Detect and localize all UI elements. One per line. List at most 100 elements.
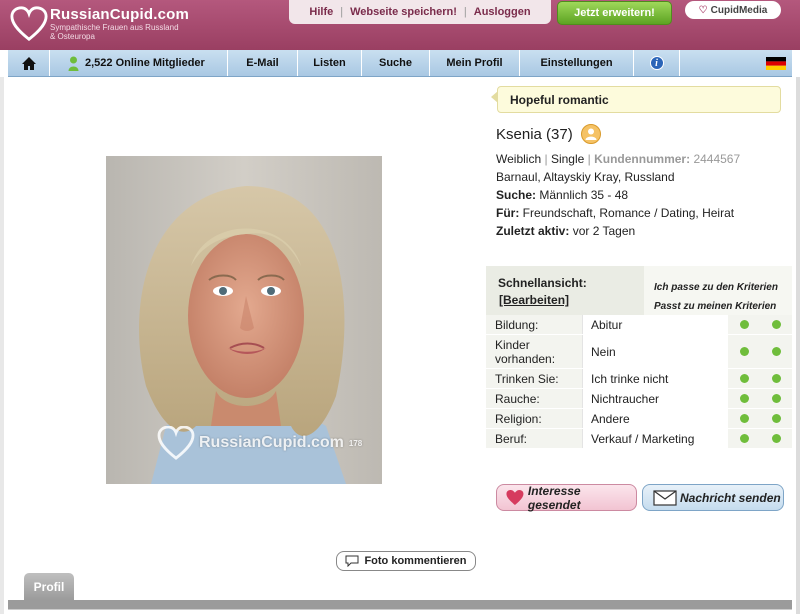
interest-button[interactable]: Interesse gesendet bbox=[496, 483, 637, 512]
online-members-label: 2,522 Online Mitglieder bbox=[85, 57, 205, 69]
nav-language[interactable] bbox=[760, 50, 792, 76]
match-dot-icon bbox=[739, 320, 749, 329]
cupidmedia-badge[interactable]: ♡ CupidMedia bbox=[685, 1, 781, 19]
site-header: RussianCupid.com Sympathische Frauen aus… bbox=[0, 0, 800, 50]
main-nav: 2,522 Online Mitglieder E-Mail Listen Su… bbox=[8, 50, 792, 77]
page-right-border bbox=[796, 77, 800, 614]
row-value: Nichtraucher bbox=[582, 389, 728, 408]
profile-photo[interactable]: RussianCupid.com 178 bbox=[106, 156, 382, 484]
profile-basic-line: Weiblich | Single | Kundennummer: 244456… bbox=[496, 152, 741, 166]
site-logo[interactable]: RussianCupid.com Sympathische Frauen aus… bbox=[10, 6, 189, 42]
heart-icon: ♡ bbox=[698, 4, 708, 16]
user-icon bbox=[580, 124, 601, 144]
profile-headline: Hopeful romantic bbox=[491, 86, 781, 113]
profile-for-line: Für: Freundschaft, Romance / Dating, Hei… bbox=[496, 204, 796, 222]
save-website-link[interactable]: Webseite speichern! bbox=[350, 6, 457, 18]
page-bottom bbox=[8, 609, 792, 614]
match-dot-icon bbox=[771, 414, 781, 423]
row-label: Beruf: bbox=[495, 432, 528, 446]
heart-icon bbox=[506, 489, 524, 506]
top-links: Hilfe | Webseite speichern! | Ausloggen bbox=[289, 0, 551, 24]
seeking-value: Männlich 35 - 48 bbox=[539, 188, 629, 202]
profile-gender: Weiblich bbox=[496, 152, 542, 166]
home-icon bbox=[21, 56, 36, 70]
nav-my-profile[interactable]: Mein Profil bbox=[430, 50, 520, 76]
nav-home[interactable] bbox=[8, 50, 50, 76]
profile-location: Barnaul, Altayskiy Kray, Russland bbox=[496, 170, 675, 184]
nav-lists[interactable]: Listen bbox=[298, 50, 362, 76]
row-value: Abitur bbox=[582, 315, 728, 334]
profile-info: Ksenia (37) Weiblich | Single | Kundennu… bbox=[496, 124, 796, 240]
quick-view-table: Schnellansicht: [Bearbeiten] Ich passe z… bbox=[486, 266, 792, 449]
row-value: Ich trinke nicht bbox=[582, 369, 728, 388]
tab-bar bbox=[8, 600, 792, 609]
comment-photo-button[interactable]: Foto kommentieren bbox=[336, 551, 476, 571]
comment-photo-label: Foto kommentieren bbox=[364, 555, 467, 567]
table-row: Religion: Andere bbox=[486, 409, 792, 429]
row-value: Verkauf / Marketing bbox=[582, 429, 728, 448]
match-criteria-label-1: Ich passe zu den Kriterien bbox=[654, 282, 778, 293]
nav-settings[interactable]: Einstellungen bbox=[520, 50, 634, 76]
interest-button-label: Interesse gesendet bbox=[527, 483, 581, 512]
row-label: Rauche: bbox=[495, 392, 540, 406]
envelope-icon bbox=[653, 489, 677, 506]
logo-name: RussianCupid.com bbox=[50, 6, 190, 23]
last-active-label: Zuletzt aktiv: bbox=[496, 224, 570, 238]
match-dot-icon bbox=[739, 394, 749, 403]
table-row: Trinken Sie: Ich trinke nicht bbox=[486, 369, 792, 389]
logo-tagline-2: & Osteuropa bbox=[50, 32, 95, 41]
for-value: Freundschaft, Romance / Dating, Heirat bbox=[522, 206, 735, 220]
for-label: Für: bbox=[496, 206, 520, 220]
customer-number: 2444567 bbox=[693, 152, 741, 166]
logo-tagline-1: Sympathische Frauen aus Russland bbox=[50, 23, 179, 32]
match-dot-icon bbox=[739, 347, 749, 356]
nav-email[interactable]: E-Mail bbox=[228, 50, 298, 76]
match-criteria-label-2: Passt zu meinen Kriterien bbox=[654, 301, 777, 312]
nav-help[interactable]: i bbox=[634, 50, 680, 76]
match-dot-icon bbox=[739, 374, 749, 383]
row-label: Trinken Sie: bbox=[495, 372, 559, 386]
online-user-icon bbox=[68, 56, 79, 71]
logout-link[interactable]: Ausloggen bbox=[474, 6, 531, 18]
match-dot-icon bbox=[771, 347, 781, 356]
heart-logo-icon bbox=[10, 6, 48, 42]
profile-status: Single bbox=[550, 152, 585, 166]
match-dot-icon bbox=[771, 434, 781, 443]
tab-profile[interactable]: Profil bbox=[24, 573, 74, 600]
row-label: Religion: bbox=[495, 412, 542, 426]
last-active-value: vor 2 Tagen bbox=[572, 224, 636, 238]
nav-online-members[interactable]: 2,522 Online Mitglieder bbox=[50, 50, 228, 76]
match-dot-icon bbox=[771, 374, 781, 383]
send-message-button[interactable]: Nachricht senden bbox=[642, 484, 784, 511]
watermark-number: 178 bbox=[348, 438, 363, 448]
customer-number-label: Kundennummer: bbox=[594, 152, 691, 166]
cupidmedia-label: CupidMedia bbox=[710, 4, 768, 16]
upgrade-button[interactable]: Jetzt erweitern! bbox=[557, 1, 672, 25]
row-value: Andere bbox=[582, 409, 728, 428]
help-icon: i bbox=[649, 56, 664, 70]
nav-search[interactable]: Suche bbox=[362, 50, 430, 76]
match-dot-icon bbox=[739, 414, 749, 423]
german-flag-icon bbox=[766, 56, 786, 70]
profile-name: Ksenia (37) bbox=[496, 125, 573, 143]
table-row: Kinder vorhanden: Nein bbox=[486, 335, 792, 369]
match-dot-icon bbox=[739, 434, 749, 443]
send-message-label: Nachricht senden bbox=[680, 490, 781, 505]
edit-link[interactable]: [Bearbeiten] bbox=[499, 293, 569, 307]
watermark-text: RussianCupid.com bbox=[199, 434, 344, 451]
profile-seeking-line: Suche: Männlich 35 - 48 bbox=[496, 186, 796, 204]
speech-bubble-icon bbox=[345, 555, 359, 567]
quick-view-title: Schnellansicht: bbox=[498, 276, 587, 290]
row-label: Bildung: bbox=[495, 318, 539, 332]
row-value: Nein bbox=[582, 335, 728, 368]
match-dot-icon bbox=[771, 320, 781, 329]
photo-watermark: RussianCupid.com 178 bbox=[156, 426, 362, 460]
help-link[interactable]: Hilfe bbox=[309, 6, 333, 18]
profile-last-active-line: Zuletzt aktiv: vor 2 Tagen bbox=[496, 222, 796, 240]
seeking-label: Suche: bbox=[496, 188, 537, 202]
match-dot-icon bbox=[771, 394, 781, 403]
quick-view-header: Schnellansicht: [Bearbeiten] Ich passe z… bbox=[486, 266, 792, 315]
table-row: Rauche: Nichtraucher bbox=[486, 389, 792, 409]
table-row: Beruf: Verkauf / Marketing bbox=[486, 429, 792, 449]
row-label: Kinder vorhanden: bbox=[495, 338, 556, 366]
